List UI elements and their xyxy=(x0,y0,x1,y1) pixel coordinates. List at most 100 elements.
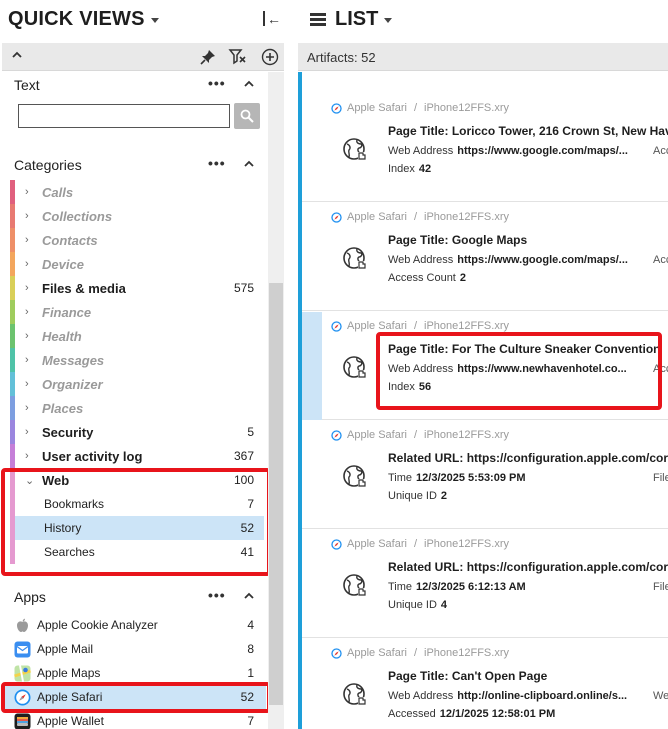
artifact-field: Time 12/3/2025 5:53:09 PM xyxy=(388,472,526,484)
chevron-right-icon[interactable]: › xyxy=(25,378,29,390)
subcategory-count: 52 xyxy=(240,521,254,535)
artifact-field: Accessed 12/1/2025 12:58:01 PM xyxy=(388,708,555,720)
artifact-title: Page Title: For The Culture Sneaker Conv… xyxy=(388,342,661,356)
category-item[interactable]: › Device xyxy=(10,252,266,276)
search-button[interactable] xyxy=(234,103,260,129)
chevron-right-icon[interactable]: › xyxy=(25,330,29,342)
categories-more-icon[interactable]: ••• xyxy=(208,155,226,171)
category-item[interactable]: › Organizer xyxy=(10,372,266,396)
mail-icon xyxy=(14,641,31,658)
category-item[interactable]: › Security 5 xyxy=(10,420,266,444)
artifact-field: Time 12/3/2025 6:12:13 AM xyxy=(388,581,526,593)
add-circle-icon[interactable] xyxy=(260,47,280,67)
list-panel: LIST Artifacts: 52 Apple Safari / iPhone12… xyxy=(298,0,668,729)
web-globe-icon xyxy=(343,683,367,705)
artifact-file: iPhone12FFS.xry xyxy=(424,320,509,332)
app-item[interactable]: Apple Wallet 7 xyxy=(4,709,266,729)
artifact-card[interactable]: Apple Safari / iPhone12FFS.xry Page Title: … xyxy=(302,94,668,202)
field-label: Index xyxy=(388,163,415,175)
artifact-title-label: Page Title: xyxy=(388,124,449,138)
safari-icon xyxy=(331,538,342,550)
artifact-card[interactable]: Apple Safari / iPhone12FFS.xry Page Title: … xyxy=(302,203,668,311)
categories-collapse-icon[interactable] xyxy=(244,160,254,168)
category-item[interactable]: › Files & media 575 xyxy=(10,276,266,300)
category-label: Finance xyxy=(42,305,92,320)
artifact-card[interactable]: Apple Safari / iPhone12FFS.xry Related URL:… xyxy=(302,421,668,529)
artifact-title: Related URL: https://configuration.apple… xyxy=(388,560,668,574)
category-item[interactable]: › Places xyxy=(10,396,266,420)
field-label: Web Address xyxy=(388,254,454,266)
category-item[interactable]: › Collections xyxy=(10,204,266,228)
scrollbar-thumb[interactable] xyxy=(269,283,283,705)
chevron-right-icon[interactable]: › xyxy=(25,282,29,294)
chevron-right-icon[interactable]: › xyxy=(25,210,29,222)
text-section-collapse-icon[interactable] xyxy=(244,80,254,88)
list-title[interactable]: LIST xyxy=(310,6,393,32)
category-label: Security xyxy=(42,425,94,440)
collapse-panel-icon[interactable]: ← xyxy=(260,8,282,30)
wallet-icon xyxy=(14,713,31,729)
artifact-title-value: Can't Open Page xyxy=(451,669,548,683)
search-icon xyxy=(240,109,254,123)
chevron-right-icon[interactable]: › xyxy=(25,186,29,198)
artifact-field: Web Address http://online-clipboard.onlin… xyxy=(388,690,627,702)
web-subcategory-item[interactable]: Searches 41 xyxy=(15,540,264,564)
category-item[interactable]: › Health xyxy=(10,324,266,348)
chevron-right-icon[interactable]: › xyxy=(25,234,29,246)
artifact-card[interactable]: Apple Safari / iPhone12FFS.xry Page Title: … xyxy=(302,312,668,420)
category-item[interactable]: › Calls xyxy=(10,180,266,204)
artifact-title-value: Google Maps xyxy=(451,233,528,247)
category-item[interactable]: › User activity log 367 xyxy=(10,444,266,468)
category-color-stripe xyxy=(10,252,15,276)
field-label: Accessed xyxy=(388,708,436,720)
category-color-stripe xyxy=(10,348,15,372)
category-item[interactable]: ⌄ Web 100 xyxy=(10,468,266,492)
left-scrollbar[interactable] xyxy=(268,72,284,729)
artifact-app: Apple Safari xyxy=(347,647,407,659)
category-item[interactable]: › Messages xyxy=(10,348,266,372)
artifact-title-value: https://configuration.apple.com/cor xyxy=(466,451,668,465)
artifact-field: Unique ID 2 xyxy=(388,490,447,502)
chevron-up-icon[interactable] xyxy=(12,51,22,59)
category-label: User activity log xyxy=(42,449,143,464)
quick-views-title[interactable]: QUICK VIEWS xyxy=(8,6,159,32)
app-item[interactable]: Apple Maps 1 xyxy=(4,661,266,685)
category-label: Contacts xyxy=(42,233,98,248)
chevron-down-icon[interactable]: ⌄ xyxy=(25,474,34,487)
category-item[interactable]: › Finance xyxy=(10,300,266,324)
category-label: Calls xyxy=(42,185,74,200)
text-search-input[interactable] xyxy=(18,104,230,128)
chevron-right-icon[interactable]: › xyxy=(25,258,29,270)
field-label: Web Address xyxy=(388,690,454,702)
chevron-right-icon[interactable]: › xyxy=(25,354,29,366)
chevron-right-icon[interactable]: › xyxy=(25,306,29,318)
artifact-card[interactable]: Apple Safari / iPhone12FFS.xry Related URL:… xyxy=(302,530,668,638)
category-count: 575 xyxy=(233,281,254,295)
field-value: http://online-clipboard.online/s... xyxy=(457,690,628,702)
app-item[interactable]: Apple Safari 52 xyxy=(4,685,266,709)
web-subcategory-item[interactable]: Bookmarks 7 xyxy=(15,492,264,516)
text-section-more-icon[interactable]: ••• xyxy=(208,75,226,91)
text-section-title: Text xyxy=(14,77,40,93)
apple-logo-icon xyxy=(17,618,28,632)
apps-collapse-icon[interactable] xyxy=(244,592,254,600)
chevron-right-icon[interactable]: › xyxy=(25,450,29,462)
apps-more-icon[interactable]: ••• xyxy=(208,587,226,603)
category-label: Files & media xyxy=(42,281,126,296)
clear-filter-icon[interactable] xyxy=(228,47,248,67)
subcategory-label: Bookmarks xyxy=(44,497,105,511)
field-label-truncated: Acc xyxy=(653,145,668,157)
chevron-right-icon[interactable]: › xyxy=(25,426,29,438)
safari-icon xyxy=(331,211,342,223)
category-label: Messages xyxy=(42,353,105,368)
app-label: Apple Safari xyxy=(37,690,103,704)
chevron-right-icon[interactable]: › xyxy=(25,402,29,414)
safari-icon xyxy=(331,320,342,332)
artifact-card[interactable]: Apple Safari / iPhone12FFS.xry Page Title: … xyxy=(302,639,668,729)
app-item[interactable]: Apple Mail 8 xyxy=(4,637,266,661)
app-item[interactable]: Apple Cookie Analyzer 4 xyxy=(4,613,266,637)
category-item[interactable]: › Contacts xyxy=(10,228,266,252)
web-subcategory-item[interactable]: History 52 xyxy=(15,516,264,540)
source-separator: / xyxy=(413,429,417,441)
pin-icon[interactable] xyxy=(198,47,218,67)
